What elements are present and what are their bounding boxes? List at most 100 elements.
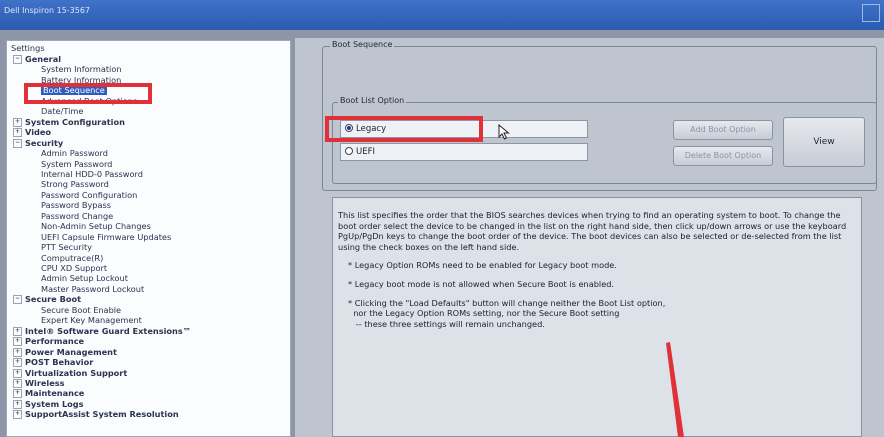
delete-boot-option-button[interactable]: Delete Boot Option (673, 146, 773, 166)
tree-item[interactable]: CPU XD Support (41, 263, 107, 273)
expand-icon[interactable]: + (13, 389, 22, 399)
tree-item[interactable]: Computrace(R) (41, 253, 103, 263)
tree-item[interactable]: Password Change (41, 211, 113, 221)
collapse-icon[interactable]: − (13, 295, 22, 305)
collapse-icon[interactable]: − (13, 55, 22, 64)
tree-item-label: Advanced Boot Options (41, 95, 138, 106)
tree-item-label: Password Bypass (41, 200, 112, 211)
tree-item-label: System Password (41, 158, 113, 169)
tree-item-label: Power Management (25, 346, 117, 357)
legacy-option[interactable]: Legacy (340, 120, 588, 138)
tree-item[interactable]: + POST Behavior (13, 357, 94, 368)
tree-item[interactable]: Date/Time (41, 106, 83, 116)
tree-item[interactable]: Master Password Lockout (41, 284, 144, 294)
tree-item[interactable]: + Wireless (13, 378, 65, 388)
expand-icon[interactable]: + (13, 399, 22, 409)
tree-item-label: Computrace(R) (41, 252, 104, 263)
tree-item[interactable]: + Virtualization Support (13, 368, 127, 378)
tree-item[interactable]: Secure Boot Enable (41, 305, 121, 315)
tree-item-label: Secure Boot Enable (41, 304, 122, 315)
tree-item[interactable]: − General (13, 54, 61, 64)
tree-item[interactable]: PTT Security (41, 242, 92, 252)
add-boot-option-button[interactable]: Add Boot Option (673, 120, 773, 140)
tree-item-label: Maintenance (25, 388, 85, 399)
tree-item-label: CPU XD Support (41, 263, 108, 273)
collapse-icon[interactable]: − (13, 138, 22, 148)
tree-item-label: Secure Boot (25, 294, 81, 305)
tree-item[interactable]: − Secure Boot (13, 294, 81, 305)
tree-item-label: Password Configuration (41, 189, 138, 200)
expand-icon[interactable]: + (13, 358, 22, 368)
tree-item-label: Intel® Software Guard Extensions™ (25, 325, 191, 336)
tree-item-label: Security (25, 137, 64, 148)
tree-item[interactable]: UEFI Capsule Firmware Updates (41, 232, 171, 242)
tree-item[interactable]: Strong Password (41, 179, 109, 189)
expand-icon[interactable]: + (13, 337, 22, 347)
expand-icon[interactable]: + (13, 378, 22, 388)
tree-item[interactable]: Advanced Boot Options (41, 96, 137, 106)
tree-item-label: Date/Time (41, 106, 84, 117)
expand-icon[interactable]: + (13, 326, 22, 336)
tree-item[interactable]: + SupportAssist System Resolution (13, 409, 179, 420)
tree-item[interactable]: Boot Sequence (41, 85, 107, 96)
uefi-option[interactable]: UEFI (340, 143, 588, 161)
tree-item-label: Video (25, 127, 52, 138)
tree-item-label: Admin Password (41, 148, 108, 159)
tree-item[interactable]: Admin Setup Lockout (41, 273, 128, 283)
legacy-option-label: Legacy (356, 124, 387, 134)
settings-tree: Settings − General System Information Batte… (6, 40, 291, 437)
tree-item[interactable]: Admin Password (41, 148, 108, 158)
tree-item[interactable]: + Power Management (13, 347, 117, 357)
view-button[interactable]: View (783, 117, 865, 167)
tree-header: Settings (11, 43, 45, 53)
tree-item[interactable]: Battery Information (41, 75, 121, 85)
tree-item-label: System Information (41, 64, 122, 75)
tree-item[interactable]: System Password (41, 159, 112, 169)
uefi-option-label: UEFI (356, 147, 375, 157)
mouse-cursor-icon (498, 124, 510, 140)
boot-sequence-group-label: Boot Sequence (330, 40, 395, 49)
tree-item-label: Battery Information (41, 74, 122, 85)
tree-item[interactable]: Non-Admin Setup Changes (41, 221, 151, 231)
tree-item[interactable]: System Information (41, 64, 122, 74)
tree-item[interactable]: + Video (13, 127, 52, 138)
help-bullet-1: * Legacy Option ROMs need to be enabled … (348, 260, 617, 271)
tree-item-label: Strong Password (41, 179, 109, 190)
window-title: Dell Inspiron 15-3567 (4, 6, 91, 15)
tree-item-label: Master Password Lockout (41, 283, 145, 294)
expand-icon[interactable]: + (13, 128, 22, 138)
radio-unselected-icon[interactable] (345, 147, 353, 155)
tree-item-label: Non-Admin Setup Changes (41, 221, 151, 232)
title-bar: Dell Inspiron 15-3567 (0, 0, 884, 30)
expand-icon[interactable]: + (13, 410, 22, 420)
tree-item-label: System Logs (25, 398, 84, 409)
help-bullet-3-line: * Clicking the "Load Defaults" button wi… (348, 297, 666, 308)
tree-item[interactable]: Internal HDD-0 Password (41, 169, 143, 179)
tree-item-label: POST Behavior (25, 357, 94, 368)
help-bullet-3-line: -- these three settings will remain unch… (348, 318, 545, 329)
tree-item-label: Virtualization Support (25, 367, 128, 378)
tree-item[interactable]: + Maintenance (13, 388, 85, 399)
help-text-panel: This list specifies the order that the B… (332, 197, 862, 437)
tree-item-label: Performance (25, 336, 85, 347)
tree-item[interactable]: Password Configuration (41, 190, 137, 200)
radio-selected-icon[interactable] (345, 124, 353, 132)
tree-item[interactable]: Password Bypass (41, 200, 111, 210)
expand-icon[interactable]: + (13, 117, 22, 127)
expand-icon[interactable]: + (13, 347, 22, 357)
tree-item-label: General (25, 54, 62, 64)
expand-icon[interactable]: + (13, 368, 22, 378)
tree-item[interactable]: − Security (13, 138, 63, 148)
tree-item[interactable]: + System Logs (13, 399, 84, 409)
help-bullet-3-line: nor the Legacy Option ROMs setting, nor … (348, 308, 620, 319)
tree-item-label: Internal HDD-0 Password (41, 168, 143, 179)
tree-item-label: System Configuration (25, 116, 125, 127)
close-icon[interactable] (862, 4, 880, 22)
tree-item[interactable]: + Performance (13, 336, 85, 347)
tree-item-label: Expert Key Management (41, 315, 142, 326)
tree-item-label: UEFI Capsule Firmware Updates (41, 231, 172, 242)
tree-item[interactable]: + Intel® Software Guard Extensions™ (13, 326, 191, 336)
tree-item-label: Admin Setup Lockout (41, 273, 128, 284)
tree-item[interactable]: Expert Key Management (41, 315, 142, 325)
tree-item[interactable]: + System Configuration (13, 117, 125, 127)
